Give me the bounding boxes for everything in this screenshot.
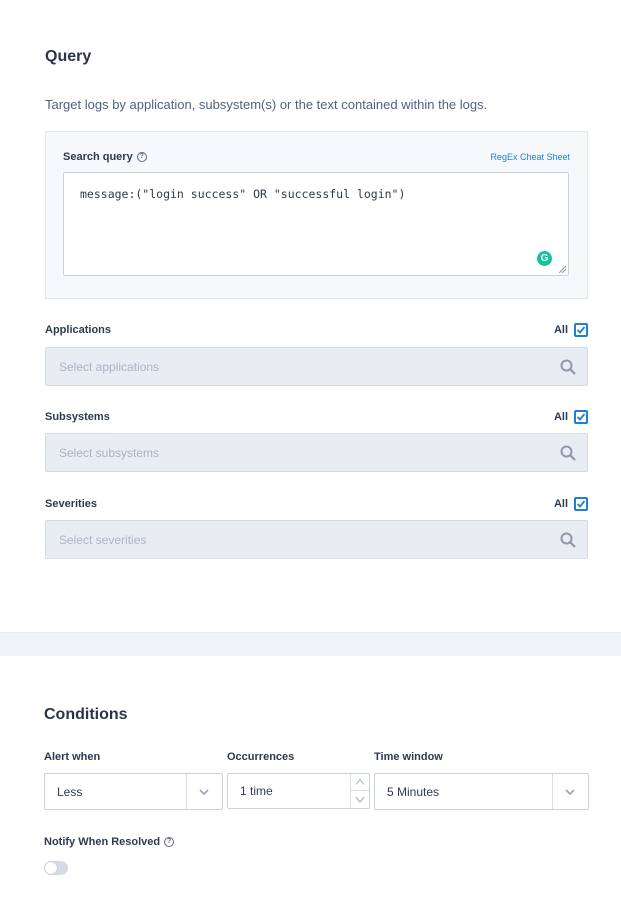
applications-all-label: All [553, 324, 568, 336]
conditions-title: Conditions [44, 706, 128, 723]
applications-select[interactable]: Select applications [45, 347, 588, 386]
query-section: Query Target logs by application, subsys… [0, 0, 621, 632]
occurrences-value: 1 time [240, 784, 273, 798]
chevron-down-icon[interactable] [564, 786, 576, 798]
regex-cheat-sheet-link[interactable]: RegEx Cheat Sheet [490, 152, 570, 162]
severities-all-label: All [553, 498, 568, 510]
alert-when-dropdown[interactable]: Less [44, 773, 223, 810]
notify-when-resolved-label-wrap: Notify When Resolved ? [44, 836, 175, 848]
time-window-dropdown[interactable]: 5 Minutes [374, 773, 589, 810]
occurrences-stepper[interactable]: 1 time [227, 773, 370, 809]
subsystems-placeholder: Select subsystems [59, 446, 160, 460]
severities-label: Severities [45, 498, 97, 510]
severities-all[interactable]: All [554, 497, 588, 511]
severities-placeholder: Select severities [59, 533, 147, 547]
severities-all-checkbox[interactable] [574, 497, 588, 511]
search-query-panel: Search query ? RegEx Cheat Sheet message… [45, 131, 588, 299]
toggle-knob [45, 862, 57, 874]
severities-select[interactable]: Select severities [45, 520, 588, 559]
help-icon[interactable]: ? [164, 837, 175, 847]
subsystems-all[interactable]: All [554, 410, 588, 424]
query-description: Target logs by application, subsystem(s)… [45, 97, 488, 112]
help-icon[interactable]: ? [136, 152, 147, 162]
search-query-value: message:("login success" OR "successful … [80, 187, 406, 201]
search-icon [560, 532, 576, 548]
alert-when-label: Alert when [44, 751, 101, 763]
search-icon [560, 445, 576, 461]
checkmark-icon [576, 500, 586, 508]
time-window-value: 5 Minutes [387, 785, 440, 799]
alert-when-value: Less [57, 785, 83, 799]
subsystems-all-checkbox[interactable] [574, 410, 588, 424]
dropdown-separator [552, 774, 553, 809]
chevron-down-icon[interactable] [198, 786, 210, 798]
applications-label: Applications [45, 324, 112, 336]
query-title: Query [45, 48, 92, 65]
notify-when-resolved-label: Notify When Resolved [44, 836, 161, 848]
subsystems-select[interactable]: Select subsystems [45, 433, 588, 472]
notify-when-resolved-toggle[interactable] [44, 861, 68, 875]
stepper-controls [350, 774, 369, 808]
search-query-label: Search query [63, 151, 133, 163]
checkmark-icon [576, 413, 586, 421]
grammarly-icon[interactable]: G [537, 251, 552, 266]
checkmark-icon [576, 326, 586, 334]
applications-all-checkbox[interactable] [574, 323, 588, 337]
subsystems-all-label: All [553, 411, 568, 423]
subsystems-label: Subsystems [45, 411, 110, 423]
time-window-label: Time window [374, 751, 443, 763]
applications-placeholder: Select applications [59, 360, 160, 374]
search-query-textarea[interactable]: message:("login success" OR "successful … [63, 172, 569, 276]
occurrences-label: Occurrences [227, 751, 295, 763]
resize-handle-icon[interactable] [559, 266, 566, 273]
search-icon [560, 359, 576, 375]
dropdown-separator [186, 774, 187, 809]
chevron-down-icon[interactable] [351, 791, 369, 808]
applications-all[interactable]: All [554, 323, 588, 337]
chevron-up-icon[interactable] [351, 774, 369, 791]
section-divider [0, 632, 621, 656]
search-query-label-wrap: Search query ? [63, 151, 147, 163]
